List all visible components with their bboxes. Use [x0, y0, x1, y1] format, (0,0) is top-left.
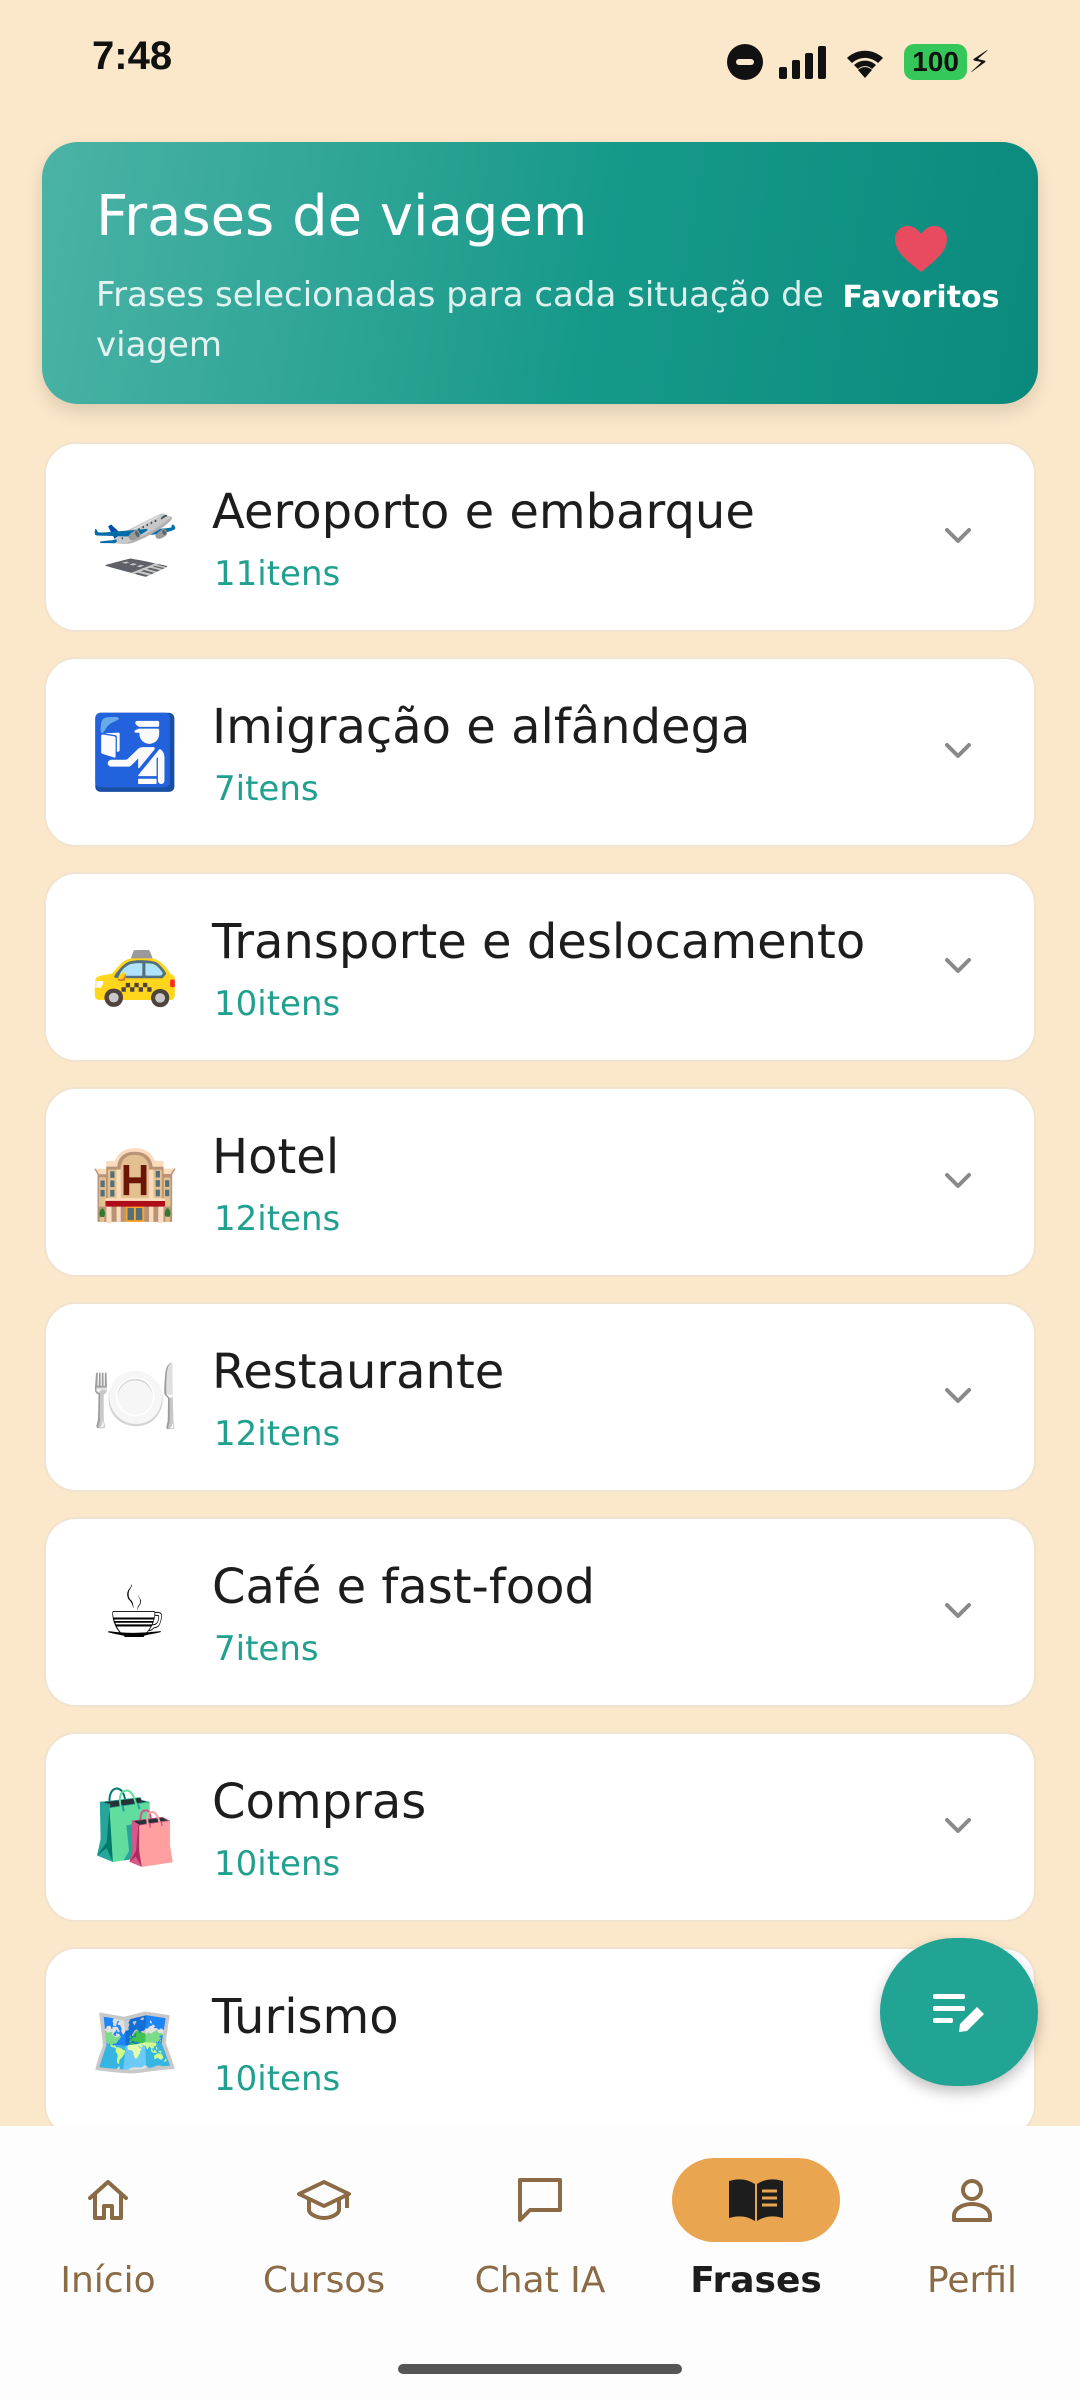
shopping-bags-icon: 🛍️	[90, 1785, 180, 1869]
chevron-down-icon[interactable]	[940, 1593, 976, 1629]
nav-label: Cursos	[262, 2260, 386, 2301]
app-screen: 7:48 100 ⚡ Frases de viagem Frases selec…	[0, 0, 1080, 2400]
status-time: 7:48	[92, 34, 173, 78]
wifi-icon	[847, 50, 884, 78]
nav-label: Frases	[690, 2260, 822, 2301]
nav-label: Chat IA	[474, 2260, 606, 2301]
airplane-icon: 🛫	[90, 495, 180, 579]
category-title: Transporte e deslocamento	[212, 914, 866, 970]
category-title: Restaurante	[212, 1344, 505, 1400]
customs-officer-icon: 🛂	[90, 710, 180, 794]
category-card[interactable]: 🍽️ Restaurante 12itens	[44, 1302, 1036, 1492]
category-title: Compras	[212, 1774, 427, 1830]
nav-item-inicio[interactable]: Início	[0, 2158, 216, 2308]
chevron-down-icon[interactable]	[940, 948, 976, 984]
home-indicator[interactable]	[398, 2364, 682, 2374]
category-title: Hotel	[212, 1129, 340, 1185]
person-icon	[952, 2179, 992, 2222]
book-icon	[729, 2179, 783, 2221]
coffee-icon: ☕	[102, 1570, 168, 1654]
category-title: Turismo	[212, 1989, 399, 2045]
nav-label: Perfil	[926, 2260, 1018, 2301]
edit-note-icon	[933, 1994, 984, 2032]
page-title: Frases de viagem	[96, 184, 588, 249]
plate-cutlery-icon: 🍽️	[90, 1355, 180, 1439]
bottom-navigation: Início Cursos Chat IA Frases Perfil	[0, 2126, 1080, 2400]
chevron-down-icon[interactable]	[940, 733, 976, 769]
header-card: Frases de viagem Frases selecionadas par…	[42, 142, 1038, 404]
favorites-label: Favoritos	[842, 280, 1000, 315]
category-card[interactable]: 🏨 Hotel 12itens	[44, 1087, 1036, 1277]
do-not-disturb-icon	[727, 44, 764, 80]
battery-indicator: 100 ⚡	[904, 44, 990, 80]
category-title: Imigração e alfândega	[212, 699, 751, 755]
chat-bubble-icon	[518, 2178, 562, 2222]
nav-label: Início	[60, 2260, 156, 2301]
category-count: 12itens	[214, 1199, 341, 1239]
page-subtitle: Frases selecionadas para cada situação d…	[96, 275, 824, 365]
category-card[interactable]: 🛫 Aeroporto e embarque 11itens	[44, 442, 1036, 632]
battery-level: 100	[904, 44, 967, 80]
nav-item-perfil[interactable]: Perfil	[864, 2158, 1080, 2308]
category-count: 12itens	[214, 1414, 341, 1454]
charging-bolt-icon: ⚡	[968, 44, 990, 80]
category-card[interactable]: 🛍️ Compras 10itens	[44, 1732, 1036, 1922]
hotel-icon: 🏨	[90, 1140, 180, 1224]
category-count: 7itens	[214, 769, 319, 809]
category-card[interactable]: 🛂 Imigração e alfândega 7itens	[44, 657, 1036, 847]
category-count: 10itens	[214, 1844, 341, 1884]
graduation-cap-icon	[297, 2180, 351, 2221]
category-card[interactable]: 🚕 Transporte e deslocamento 10itens	[44, 872, 1036, 1062]
home-icon	[88, 2180, 128, 2220]
category-title: Aeroporto e embarque	[212, 484, 755, 540]
edit-notes-fab[interactable]	[880, 1938, 1038, 2086]
category-title: Café e fast-food	[212, 1559, 595, 1615]
nav-item-frases[interactable]: Frases	[648, 2158, 864, 2308]
chevron-down-icon[interactable]	[940, 1163, 976, 1199]
favorites-button[interactable]: Favoritos	[842, 224, 1000, 315]
chevron-down-icon[interactable]	[940, 1808, 976, 1844]
taxi-icon: 🚕	[90, 925, 180, 1009]
nav-item-cursos[interactable]: Cursos	[216, 2158, 432, 2308]
world-map-icon: 🗺️	[90, 2000, 180, 2084]
heart-icon	[895, 226, 947, 272]
cellular-signal-icon	[779, 45, 827, 79]
nav-item-chat-ia[interactable]: Chat IA	[432, 2158, 648, 2308]
category-count: 10itens	[214, 984, 341, 1024]
category-count: 10itens	[214, 2059, 341, 2099]
chevron-down-icon[interactable]	[940, 1378, 976, 1414]
category-card[interactable]: ☕ Café e fast-food 7itens	[44, 1517, 1036, 1707]
status-icons: 100 ⚡	[727, 40, 990, 84]
category-count: 11itens	[214, 554, 341, 594]
status-bar: 7:48 100 ⚡	[0, 0, 1080, 125]
category-count: 7itens	[214, 1629, 319, 1669]
chevron-down-icon[interactable]	[940, 518, 976, 554]
